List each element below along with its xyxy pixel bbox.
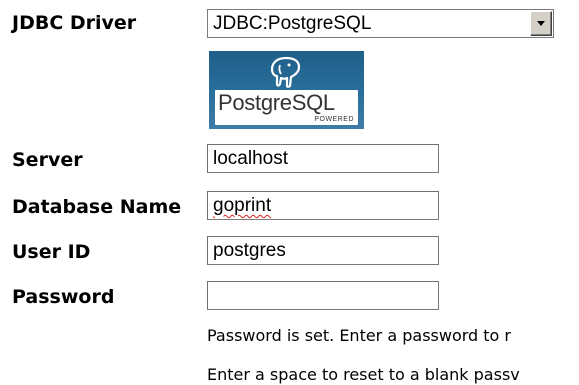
postgresql-powered-logo: PostgreSQL POWERED [209,51,364,129]
user-id-label: User ID [12,241,91,263]
logo-text: PostgreSQL [218,90,335,115]
chevron-down-icon [537,21,545,26]
jdbc-driver-select[interactable]: JDBC:PostgreSQL [207,9,554,38]
jdbc-driver-label: JDBC Driver [12,12,137,34]
postgres-elephant-icon [270,56,301,88]
password-label: Password [12,286,115,308]
server-label: Server [12,149,83,171]
blank-password-note: Enter a space to reset to a blank passv [207,365,520,384]
user-id-input[interactable] [207,236,439,265]
database-name-label: Database Name [12,196,182,218]
password-set-note: Password is set. Enter a password to r [207,326,512,345]
jdbc-driver-selected-value: JDBC:PostgreSQL [213,13,372,34]
database-name-input[interactable]: goprint [207,191,439,220]
logo-text-panel: PostgreSQL POWERED [215,90,358,125]
dropdown-button[interactable] [530,11,552,36]
jdbc-settings-form: JDBC Driver JDBC:PostgreSQL PostgreSQL P… [0,0,579,385]
password-input[interactable] [207,281,439,310]
logo-subtext: POWERED [314,116,354,123]
server-input[interactable] [207,144,439,173]
database-name-value: goprint [213,195,272,216]
